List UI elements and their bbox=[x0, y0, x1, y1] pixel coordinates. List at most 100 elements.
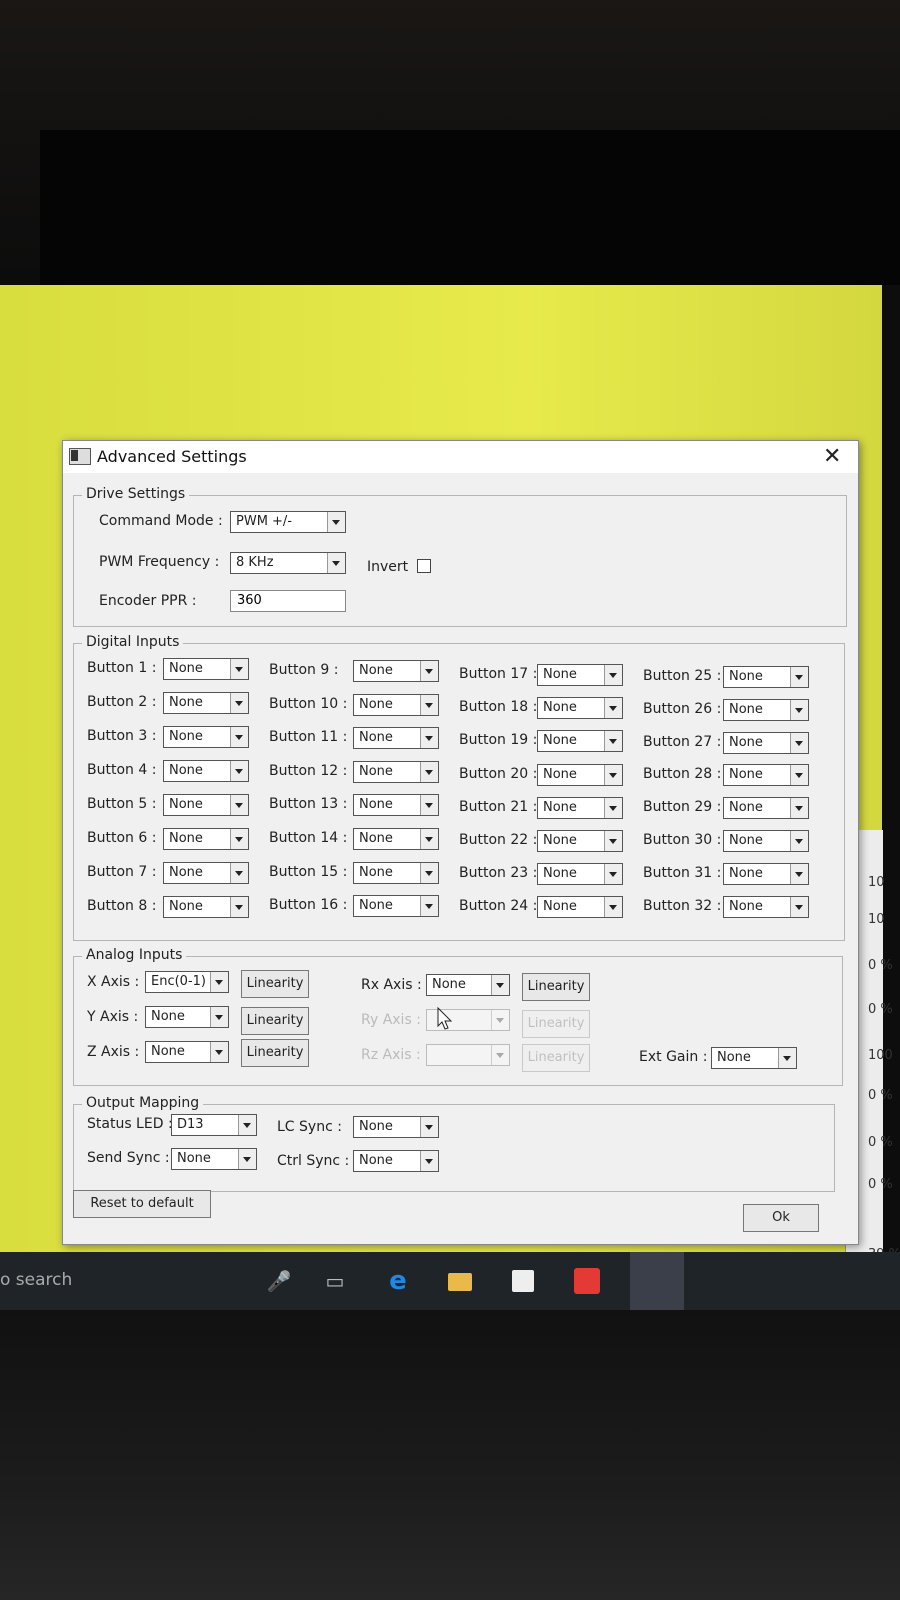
rx-axis-select[interactable]: None bbox=[426, 974, 510, 996]
ext-gain-select[interactable]: None bbox=[711, 1047, 797, 1069]
button-27-select[interactable]: None bbox=[723, 732, 809, 754]
button-1-select[interactable]: None bbox=[163, 658, 249, 680]
encoder-ppr-input[interactable]: 360 bbox=[230, 590, 346, 612]
ctrl-sync-label: Ctrl Sync : bbox=[277, 1153, 350, 1169]
button-10-label: Button 10 : bbox=[269, 696, 348, 712]
button-32-select[interactable]: None bbox=[723, 896, 809, 918]
pwm-frequency-select[interactable]: 8 KHz bbox=[230, 552, 346, 574]
button-26-label: Button 26 : bbox=[643, 701, 722, 717]
button-31-value: None bbox=[729, 866, 763, 881]
button-14-label: Button 14 : bbox=[269, 830, 348, 846]
rz-axis-select[interactable] bbox=[426, 1044, 510, 1066]
ext-gain-label: Ext Gain : bbox=[639, 1049, 708, 1065]
y-axis-select[interactable]: None bbox=[145, 1006, 229, 1028]
button-17-select[interactable]: None bbox=[537, 664, 623, 686]
button-30-select[interactable]: None bbox=[723, 830, 809, 852]
button-20-select[interactable]: None bbox=[537, 764, 623, 786]
button-22-select[interactable]: None bbox=[537, 830, 623, 852]
chevron-down-icon bbox=[790, 765, 808, 785]
button-21-select[interactable]: None bbox=[537, 797, 623, 819]
chevron-down-icon bbox=[604, 864, 622, 884]
button-3-select[interactable]: None bbox=[163, 726, 249, 748]
button-7-select[interactable]: None bbox=[163, 862, 249, 884]
button-13-select[interactable]: None bbox=[353, 794, 439, 816]
status-led-value: D13 bbox=[177, 1117, 204, 1132]
microphone-icon[interactable]: 🎤 bbox=[266, 1268, 292, 1294]
button-29-select[interactable]: None bbox=[723, 797, 809, 819]
button-1-label: Button 1 : bbox=[87, 660, 157, 676]
button-13-label: Button 13 : bbox=[269, 796, 348, 812]
button-4-label: Button 4 : bbox=[87, 762, 157, 778]
invert-checkbox[interactable] bbox=[417, 559, 431, 573]
chevron-down-icon bbox=[790, 667, 808, 687]
rx-linearity-button[interactable]: Linearity bbox=[522, 973, 590, 1001]
gift-icon[interactable] bbox=[574, 1268, 600, 1294]
rz-linearity-button[interactable]: Linearity bbox=[522, 1044, 590, 1072]
chevron-down-icon bbox=[604, 665, 622, 685]
button-23-select[interactable]: None bbox=[537, 863, 623, 885]
button-16-select[interactable]: None bbox=[353, 895, 439, 917]
button-31-label: Button 31 : bbox=[643, 865, 722, 881]
button-12-select[interactable]: None bbox=[353, 761, 439, 783]
button-19-value: None bbox=[543, 733, 577, 748]
button-24-select[interactable]: None bbox=[537, 896, 623, 918]
x-linearity-button[interactable]: Linearity bbox=[241, 970, 309, 998]
chevron-down-icon bbox=[238, 1115, 256, 1135]
send-sync-select[interactable]: None bbox=[171, 1148, 257, 1170]
chevron-down-icon bbox=[790, 733, 808, 753]
button-19-label: Button 19 : bbox=[459, 732, 538, 748]
background-value-2: 10 bbox=[868, 912, 885, 927]
x-axis-select[interactable]: Enc(0-1) bbox=[145, 971, 229, 993]
mouse-pointer-icon bbox=[437, 1006, 453, 1030]
button-6-value: None bbox=[169, 831, 203, 846]
ctrl-sync-value: None bbox=[359, 1153, 393, 1168]
chevron-down-icon bbox=[491, 1010, 509, 1030]
button-28-select[interactable]: None bbox=[723, 764, 809, 786]
chevron-down-icon bbox=[604, 765, 622, 785]
button-12-label: Button 12 : bbox=[269, 763, 348, 779]
button-17-label: Button 17 : bbox=[459, 666, 538, 682]
z-linearity-button[interactable]: Linearity bbox=[241, 1039, 309, 1067]
ry-linearity-button[interactable]: Linearity bbox=[522, 1010, 590, 1038]
ctrl-sync-select[interactable]: None bbox=[353, 1150, 439, 1172]
file-explorer-icon[interactable] bbox=[448, 1268, 474, 1294]
button-14-select[interactable]: None bbox=[353, 828, 439, 850]
button-9-select[interactable]: None bbox=[353, 660, 439, 682]
close-icon[interactable]: ✕ bbox=[823, 444, 841, 469]
button-4-select[interactable]: None bbox=[163, 760, 249, 782]
z-axis-select[interactable]: None bbox=[145, 1041, 229, 1063]
button-5-select[interactable]: None bbox=[163, 794, 249, 816]
button-11-select[interactable]: None bbox=[353, 727, 439, 749]
command-mode-select[interactable]: PWM +/- bbox=[230, 511, 346, 533]
ok-button[interactable]: Ok bbox=[743, 1204, 819, 1232]
y-linearity-button[interactable]: Linearity bbox=[241, 1007, 309, 1035]
button-25-select[interactable]: None bbox=[723, 666, 809, 688]
task-view-icon[interactable]: ▭ bbox=[322, 1268, 348, 1294]
button-6-select[interactable]: None bbox=[163, 828, 249, 850]
button-32-label: Button 32 : bbox=[643, 898, 722, 914]
taskbar-search-box[interactable]: o search bbox=[0, 1270, 72, 1290]
rx-axis-value: None bbox=[432, 977, 466, 992]
button-31-select[interactable]: None bbox=[723, 863, 809, 885]
ry-axis-label: Ry Axis : bbox=[361, 1012, 421, 1028]
active-app-slot[interactable] bbox=[630, 1252, 684, 1310]
lc-sync-select[interactable]: None bbox=[353, 1116, 439, 1138]
chevron-down-icon bbox=[420, 829, 438, 849]
button-2-select[interactable]: None bbox=[163, 692, 249, 714]
button-8-select[interactable]: None bbox=[163, 896, 249, 918]
reset-to-default-button[interactable]: Reset to default bbox=[73, 1190, 211, 1218]
button-26-select[interactable]: None bbox=[723, 699, 809, 721]
button-10-select[interactable]: None bbox=[353, 694, 439, 716]
z-axis-value: None bbox=[151, 1044, 185, 1059]
chevron-down-icon bbox=[420, 896, 438, 916]
send-sync-label: Send Sync : bbox=[87, 1150, 170, 1166]
edge-browser-icon[interactable]: e bbox=[385, 1268, 411, 1294]
button-9-value: None bbox=[359, 663, 393, 678]
button-19-select[interactable]: None bbox=[537, 730, 623, 752]
button-15-select[interactable]: None bbox=[353, 862, 439, 884]
status-led-select[interactable]: D13 bbox=[171, 1114, 257, 1136]
store-icon[interactable] bbox=[512, 1268, 538, 1294]
chevron-down-icon bbox=[790, 700, 808, 720]
chevron-down-icon bbox=[420, 1151, 438, 1171]
button-18-select[interactable]: None bbox=[537, 697, 623, 719]
